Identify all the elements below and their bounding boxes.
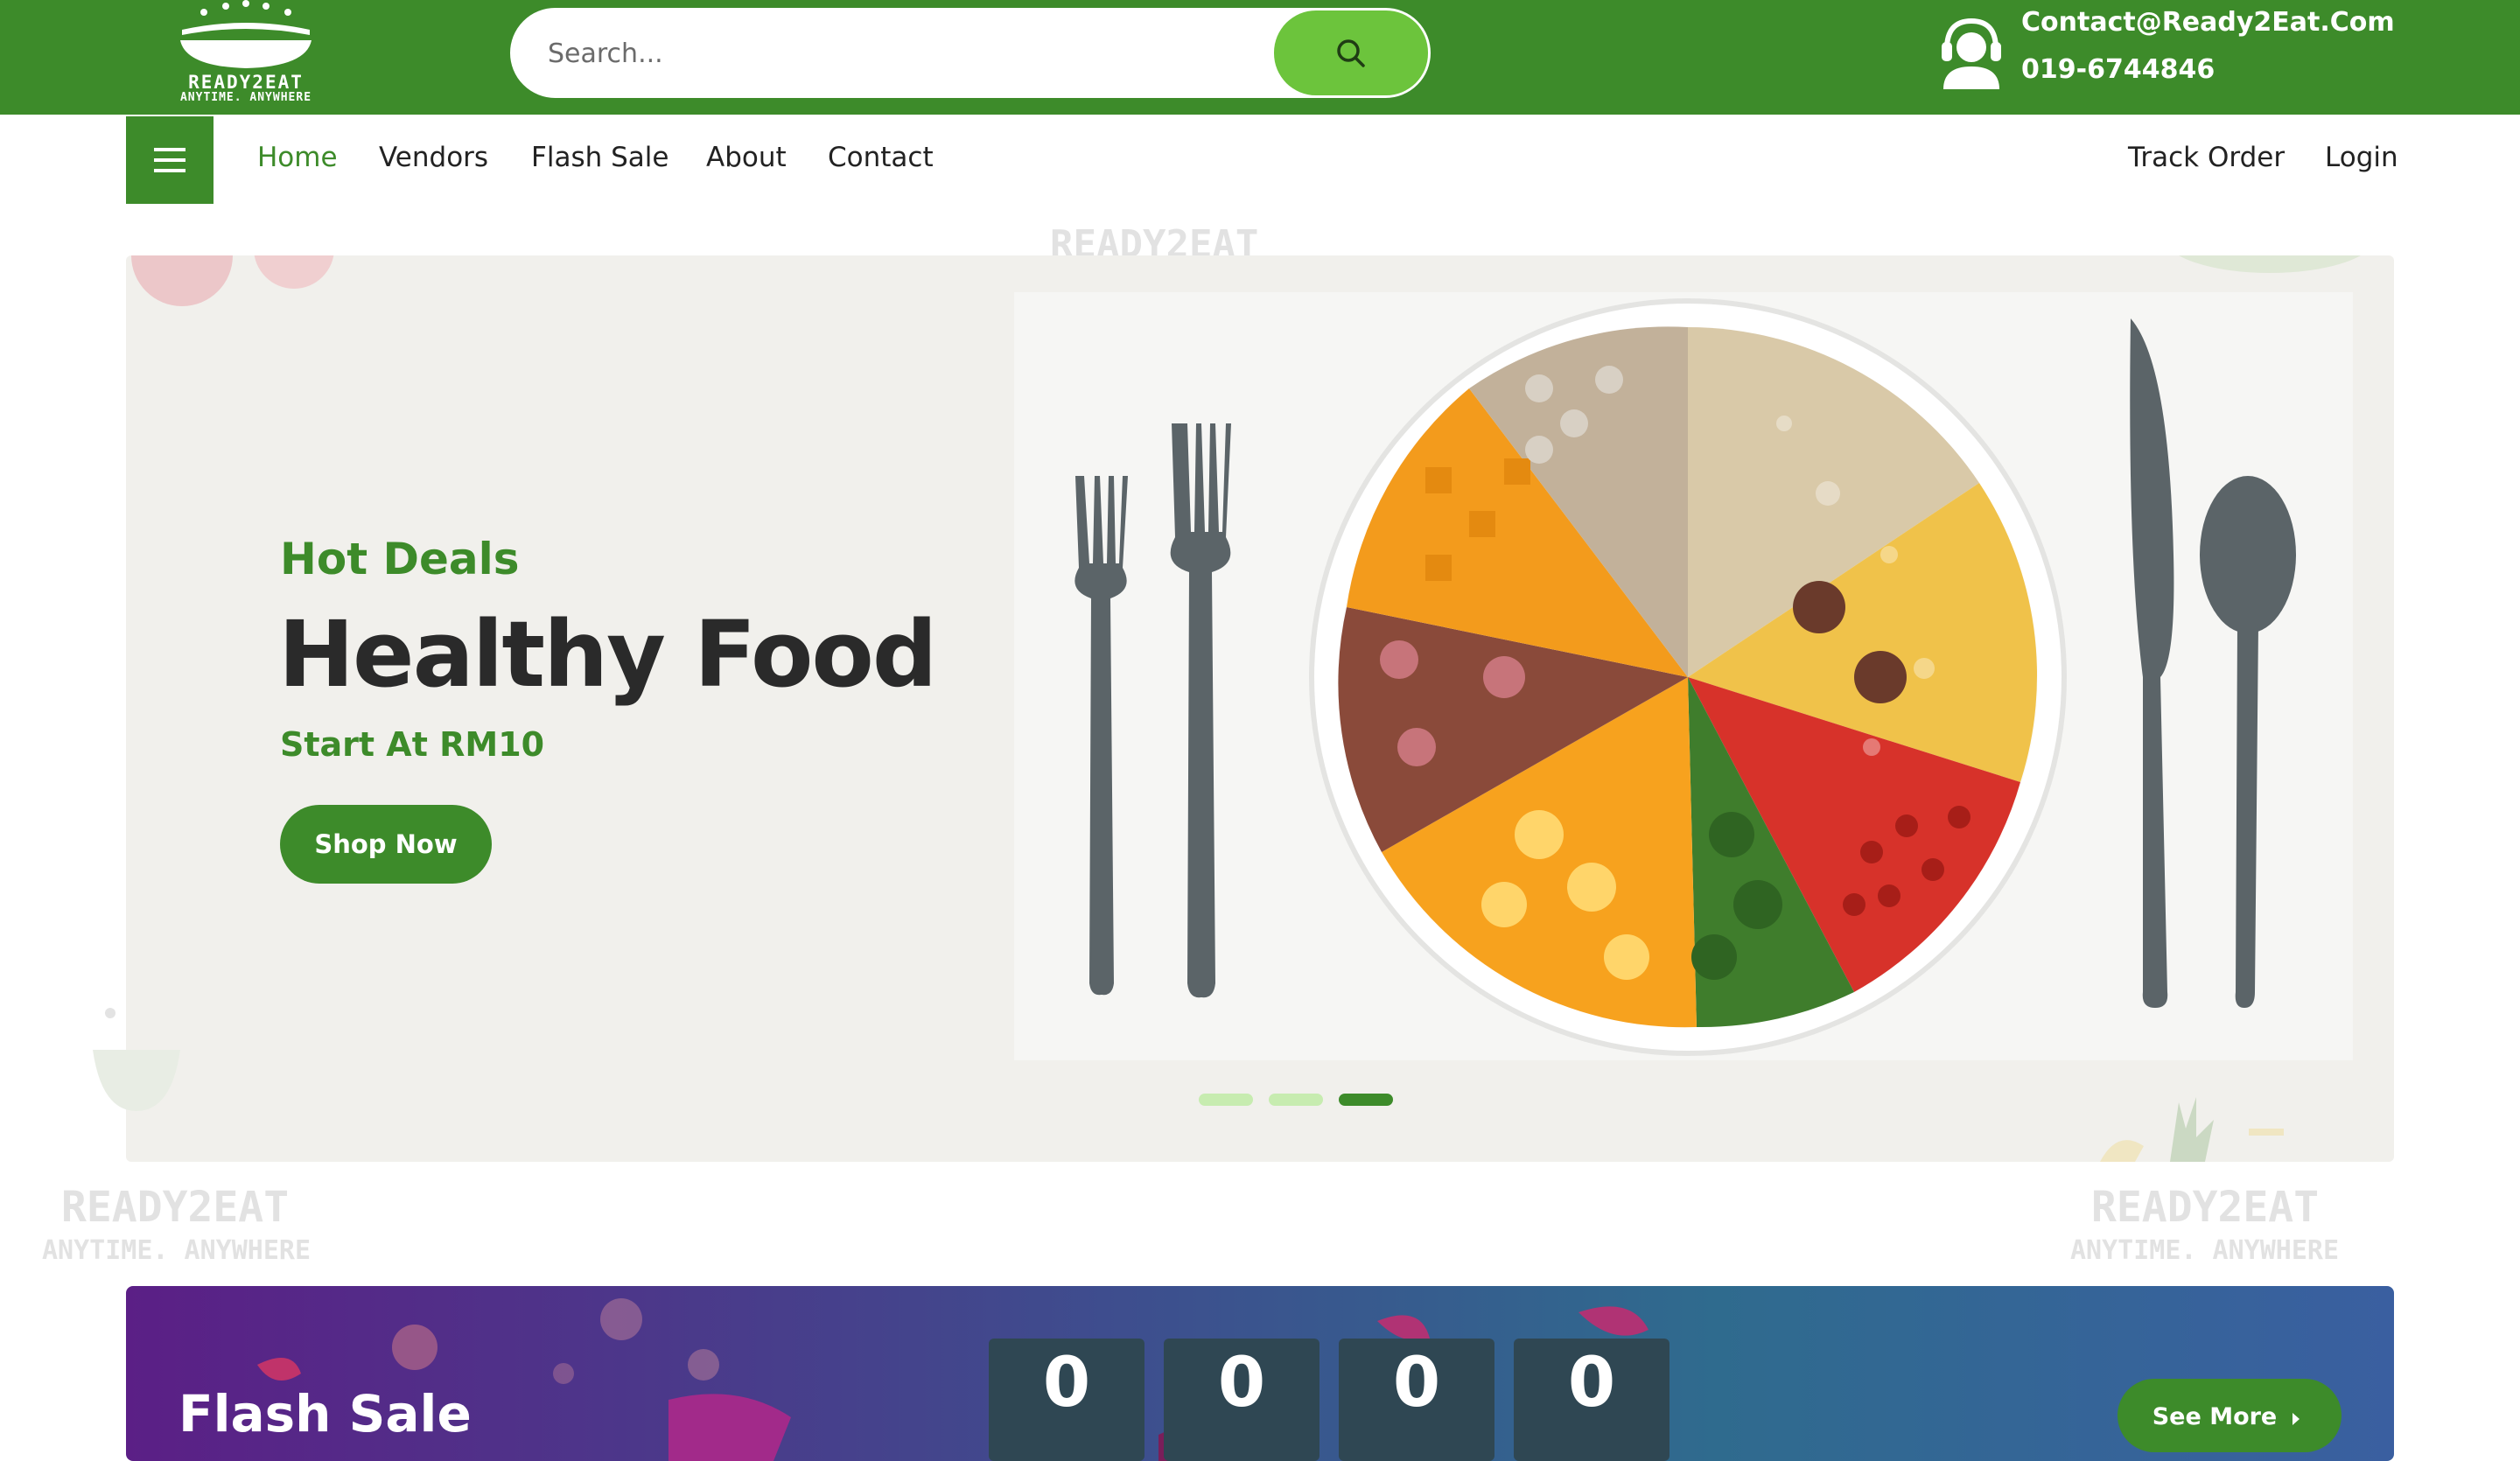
countdown-box: 0	[1514, 1339, 1670, 1461]
nav-about[interactable]: About	[706, 142, 787, 173]
see-more-label: See More	[2152, 1403, 2278, 1430]
countdown-value: 0	[1567, 1344, 1616, 1423]
nav-login[interactable]: Login	[2325, 142, 2398, 173]
background-watermark-tagline: ANYTIME. ANYWHERE	[2070, 1235, 2340, 1266]
background-watermark-logo: READY2EAT	[61, 1183, 290, 1232]
hamburger-icon	[154, 148, 186, 172]
hamburger-menu-button[interactable]	[126, 116, 214, 204]
countdown-box: 0	[1164, 1339, 1320, 1461]
search-button[interactable]	[1274, 10, 1428, 95]
search-input[interactable]	[546, 10, 1197, 97]
flash-sale-title: Flash Sale	[178, 1384, 472, 1444]
hero-price-text: Start At RM10	[280, 725, 545, 764]
shop-now-button[interactable]: Shop Now	[280, 805, 492, 884]
nav-vendors[interactable]: Vendors	[379, 142, 488, 173]
countdown-box: 0	[989, 1339, 1144, 1461]
countdown-box: 0	[1339, 1339, 1494, 1461]
countdown-value: 0	[1042, 1344, 1091, 1423]
slider-dot-1[interactable]	[1199, 1094, 1253, 1106]
nav-contact[interactable]: Contact	[828, 142, 934, 173]
countdown-value: 0	[1217, 1344, 1266, 1423]
healthy-food-plate-image	[1014, 292, 2353, 1060]
nav-track-order[interactable]: Track Order	[2128, 142, 2285, 173]
slider-dot-3[interactable]	[1339, 1094, 1393, 1106]
site-logo[interactable]: READY2EAT ANYTIME. ANYWHERE	[147, 0, 345, 105]
logo-brand-text: READY2EAT	[188, 72, 304, 93]
background-watermark-tagline: ANYTIME. ANYWHERE	[42, 1235, 312, 1266]
contact-phone[interactable]: 019-6744846	[2021, 54, 2215, 85]
hero-title: Healthy Food	[278, 601, 937, 708]
search-bar	[510, 8, 1431, 98]
hero-banner: Hot Deals Healthy Food Start At RM10 Sho…	[126, 255, 2394, 1162]
logo-tagline-text: ANYTIME. ANYWHERE	[179, 91, 312, 104]
slider-dot-2[interactable]	[1269, 1094, 1323, 1106]
search-icon	[1337, 38, 1365, 67]
background-watermark-logo: READY2EAT	[2091, 1183, 2320, 1232]
top-header-bar: READY2EAT ANYTIME. ANYWHERE Contact@Read…	[0, 0, 2520, 115]
flash-sale-banner: Flash Sale 0 0 0 0 See More	[126, 1286, 2394, 1461]
nav-flash-sale[interactable]: Flash Sale	[531, 142, 668, 173]
logo-bowl-icon	[180, 0, 312, 68]
contact-email[interactable]: Contact@Ready2Eat.Com	[2021, 7, 2395, 38]
see-more-button[interactable]: See More	[2118, 1379, 2342, 1452]
customer-support-icon	[1942, 17, 2001, 89]
decorative-plant-icon	[2100, 1097, 2284, 1162]
countdown-value: 0	[1392, 1344, 1441, 1423]
nav-home[interactable]: Home	[257, 142, 338, 173]
hero-subtitle: Hot Deals	[280, 534, 520, 584]
caret-right-icon	[2292, 1413, 2300, 1425]
decorative-bowl-icon	[93, 1008, 180, 1111]
